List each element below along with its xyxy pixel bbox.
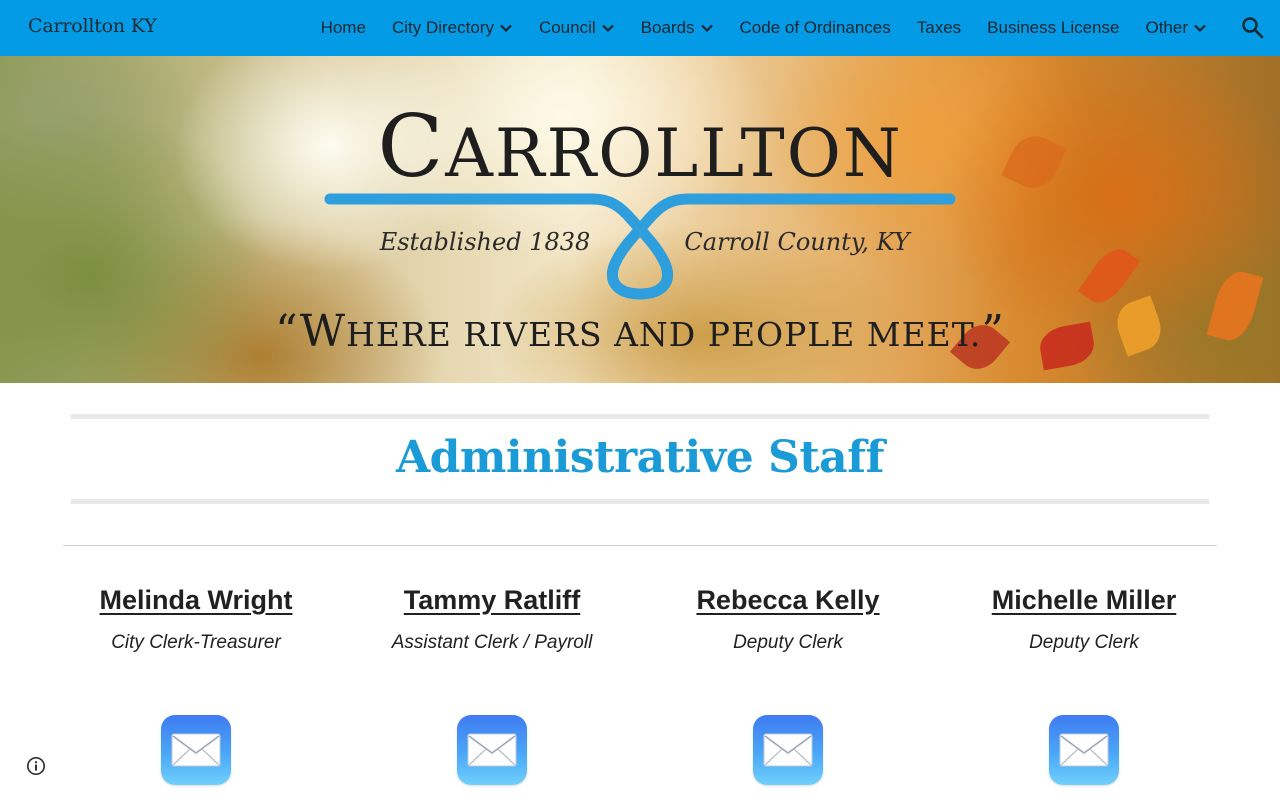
svg-text:Carroll County, KY: Carroll County, KY (684, 228, 911, 256)
nav-item-label: Boards (640, 18, 695, 37)
nav-item-label: Code of Ordinances (739, 18, 891, 37)
staff-role: Deputy Clerk (1029, 632, 1139, 653)
nav-item-label: Home (320, 18, 366, 37)
chevron-down-icon[interactable] (1193, 21, 1207, 35)
nav-item-label: Council (538, 18, 596, 37)
nav-item-boards[interactable]: Boards (628, 0, 727, 56)
nav-item-code-of-ordinances[interactable]: Code of Ordinances (727, 0, 904, 56)
nav-item-council[interactable]: Council (526, 0, 628, 56)
staff-card: Rebecca Kelly Deputy Clerk (640, 585, 936, 654)
nav-item-label: City Directory (391, 18, 494, 37)
hero-banner: CARROLLTON Established 1838 Carroll Coun… (0, 56, 1280, 383)
staff-role: City Clerk-Treasurer (111, 632, 281, 653)
svg-text:“WHERE RIVERS AND PEOPLE MEET.: “WHERE RIVERS AND PEOPLE MEET.” (275, 306, 1005, 357)
chevron-down-icon[interactable] (700, 21, 714, 35)
nav-item-other[interactable]: Other (1132, 0, 1220, 56)
nav-item-business-license[interactable]: Business License (974, 0, 1132, 56)
nav-item-taxes[interactable]: Taxes (904, 0, 974, 56)
heading-rule-top (71, 414, 1209, 419)
chevron-down-icon[interactable] (601, 21, 615, 35)
carrollton-logo: CARROLLTON Established 1838 Carroll Coun… (275, 97, 1005, 357)
top-nav-bar: Carrollton KY Home City Directory Counci… (0, 0, 1280, 56)
section-divider (63, 545, 1217, 546)
svg-text:Established 1838: Established 1838 (379, 228, 591, 256)
staff-role: Assistant Clerk / Payroll (391, 632, 593, 653)
heading-rule-bottom (71, 499, 1209, 504)
staff-name-link[interactable]: Michelle Miller (992, 585, 1177, 616)
mail-icon[interactable] (1049, 715, 1119, 785)
page-title: Administrative Staff (395, 432, 885, 483)
staff-name-link[interactable]: Rebecca Kelly (696, 585, 879, 616)
staff-card: Michelle Miller Deputy Clerk (936, 585, 1232, 654)
main-nav: Home City Directory Council Boards Code … (308, 0, 1220, 56)
staff-name-link[interactable]: Tammy Ratliff (404, 585, 581, 616)
chevron-down-icon[interactable] (499, 21, 513, 35)
staff-card: Tammy Ratliff Assistant Clerk / Payroll (344, 585, 640, 654)
nav-item-label: Taxes (916, 18, 962, 37)
staff-name-link[interactable]: Melinda Wright (100, 585, 293, 616)
site-title[interactable]: Carrollton KY (28, 15, 157, 37)
nav-item-label: Business License (987, 18, 1120, 37)
mail-icon[interactable] (161, 715, 231, 785)
info-icon[interactable] (26, 756, 46, 776)
nav-item-city-directory[interactable]: City Directory (379, 0, 526, 56)
mail-icon[interactable] (753, 715, 823, 785)
search-icon[interactable] (1240, 15, 1266, 41)
nav-item-home[interactable]: Home (308, 0, 379, 56)
nav-item-label: Other (1145, 18, 1188, 37)
svg-text:CARROLLTON: CARROLLTON (377, 97, 902, 197)
mail-icon[interactable] (457, 715, 527, 785)
staff-role: Deputy Clerk (733, 632, 843, 653)
staff-card: Melinda Wright City Clerk-Treasurer (48, 585, 344, 654)
